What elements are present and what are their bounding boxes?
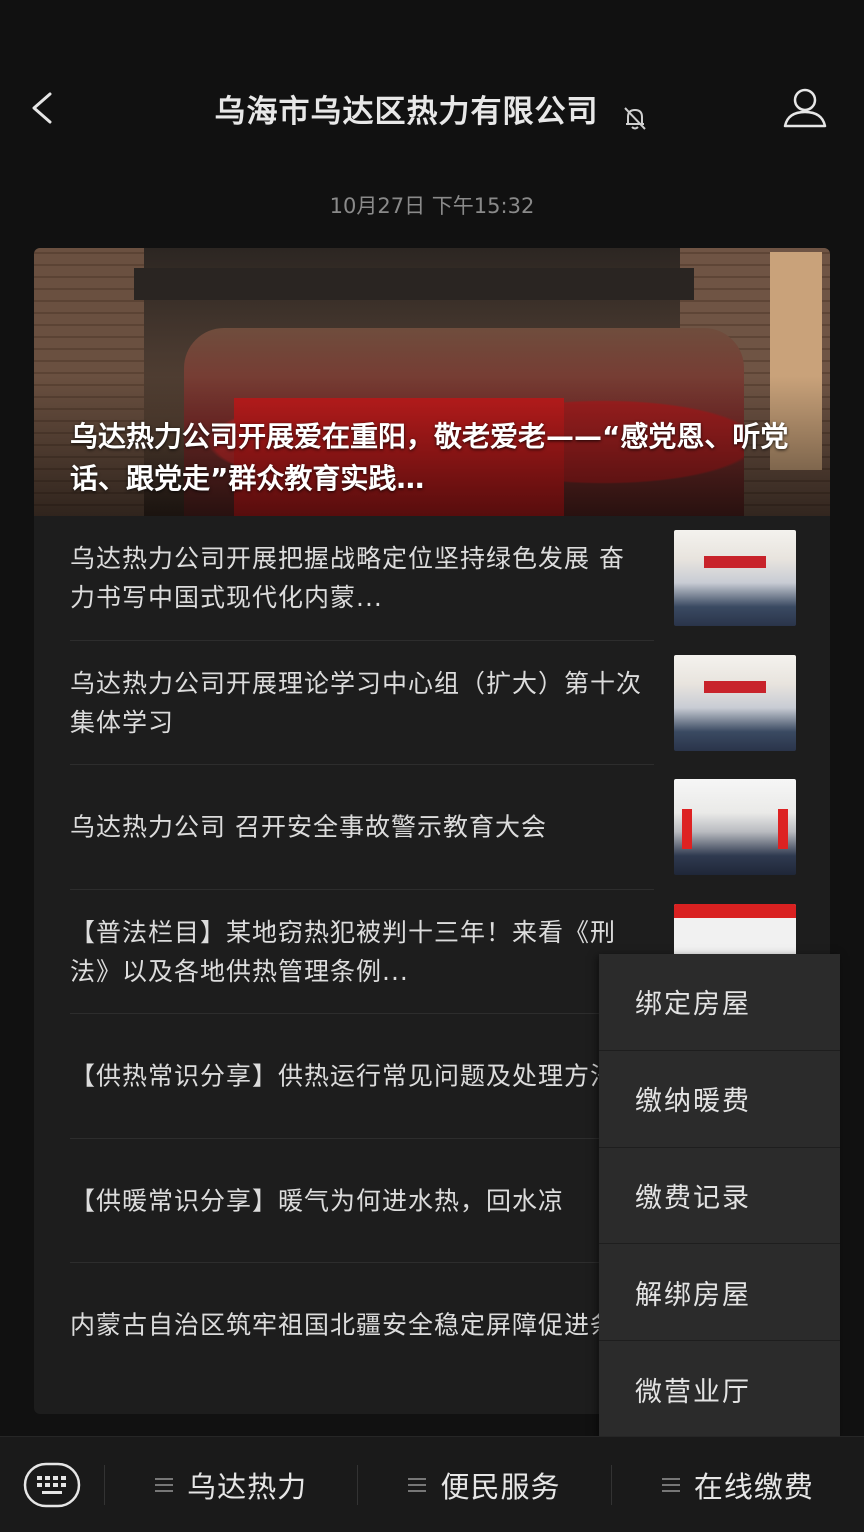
submenu-popup: 绑定房屋 缴纳暖费 缴费记录 解绑房屋 微营业厅 bbox=[599, 954, 840, 1438]
hero-image-roof bbox=[134, 268, 694, 300]
menu-item-payment-records[interactable]: 缴费记录 bbox=[599, 1148, 840, 1245]
menu-lines-icon bbox=[408, 1477, 427, 1492]
bell-off-icon bbox=[623, 106, 646, 130]
profile-button[interactable] bbox=[780, 84, 830, 132]
list-item-thumbnail bbox=[674, 530, 796, 627]
message-timestamp: 10月27日 下午15:32 bbox=[329, 194, 535, 218]
list-item-thumbnail bbox=[674, 779, 796, 876]
hero-article[interactable]: 乌达热力公司开展爱在重阳，敬老爱老——“感党恩、听党话、跟党走”群众教育实践… bbox=[34, 248, 830, 516]
list-item-title: 【供热常识分享】供热运行常见问题及处理方法 bbox=[70, 1061, 617, 1091]
menu-tab-label: 便民服务 bbox=[440, 1469, 561, 1504]
menu-item-pay-heating[interactable]: 缴纳暖费 bbox=[599, 1051, 840, 1148]
list-item-title: 乌达热力公司 召开安全事故警示教育大会 bbox=[70, 812, 547, 842]
menu-lines-icon bbox=[155, 1477, 174, 1492]
menu-lines-icon bbox=[661, 1477, 680, 1492]
list-item-title: 乌达热力公司开展理论学习中心组（扩大）第十次集体学习 bbox=[70, 668, 642, 737]
menu-tab-label: 在线缴费 bbox=[693, 1469, 814, 1504]
list-item-title: 乌达热力公司开展把握战略定位坚持绿色发展 奋力书写中国式现代化内蒙... bbox=[70, 544, 625, 613]
list-item-title: 内蒙古自治区筑牢祖国北疆安全稳定屏障促进条例 bbox=[70, 1310, 642, 1340]
list-item[interactable]: 乌达热力公司开展把握战略定位坚持绿色发展 奋力书写中国式现代化内蒙... bbox=[34, 516, 830, 641]
menu-item-bind-house[interactable]: 绑定房屋 bbox=[599, 954, 840, 1051]
list-item-thumbnail bbox=[674, 654, 796, 751]
menu-tab-label: 乌达热力 bbox=[187, 1469, 308, 1504]
keyboard-icon bbox=[23, 1462, 81, 1507]
list-item[interactable]: 乌达热力公司开展理论学习中心组（扩大）第十次集体学习 bbox=[34, 641, 830, 765]
hero-article-title: 乌达热力公司开展爱在重阳，敬老爱老——“感党恩、听党话、跟党走”群众教育实践… bbox=[70, 420, 789, 495]
bottom-menu-bar: 乌达热力 便民服务 在线缴费 bbox=[0, 1436, 864, 1532]
menu-tab-convenience-services[interactable]: 便民服务 bbox=[358, 1437, 610, 1532]
title-wrap: 乌海市乌达区热力有限公司 bbox=[0, 86, 864, 133]
list-item[interactable]: 乌达热力公司 召开安全事故警示教育大会 bbox=[34, 765, 830, 890]
menu-tab-online-payment[interactable]: 在线缴费 bbox=[612, 1437, 864, 1532]
page-title: 乌海市乌达区热力有限公司 bbox=[214, 94, 599, 130]
list-item-title: 【普法栏目】某地窃热犯被判十三年！来看《刑法》以及各地供热管理条例... bbox=[70, 917, 617, 986]
chat-screen: 乌海市乌达区热力有限公司 10月27日 下午15:32 乌达热力公司开展爱在重阳… bbox=[0, 0, 864, 1532]
keyboard-toggle-button[interactable] bbox=[0, 1437, 104, 1532]
menu-tab-wuda-heating[interactable]: 乌达热力 bbox=[105, 1437, 357, 1532]
person-icon bbox=[783, 88, 827, 128]
top-nav-bar: 乌海市乌达区热力有限公司 bbox=[0, 60, 864, 156]
list-item-title: 【供暖常识分享】暖气为何进水热，回水凉 bbox=[70, 1186, 565, 1216]
menu-item-micro-hall[interactable]: 微营业厅 bbox=[599, 1341, 840, 1438]
menu-item-unbind-house[interactable]: 解绑房屋 bbox=[599, 1244, 840, 1342]
